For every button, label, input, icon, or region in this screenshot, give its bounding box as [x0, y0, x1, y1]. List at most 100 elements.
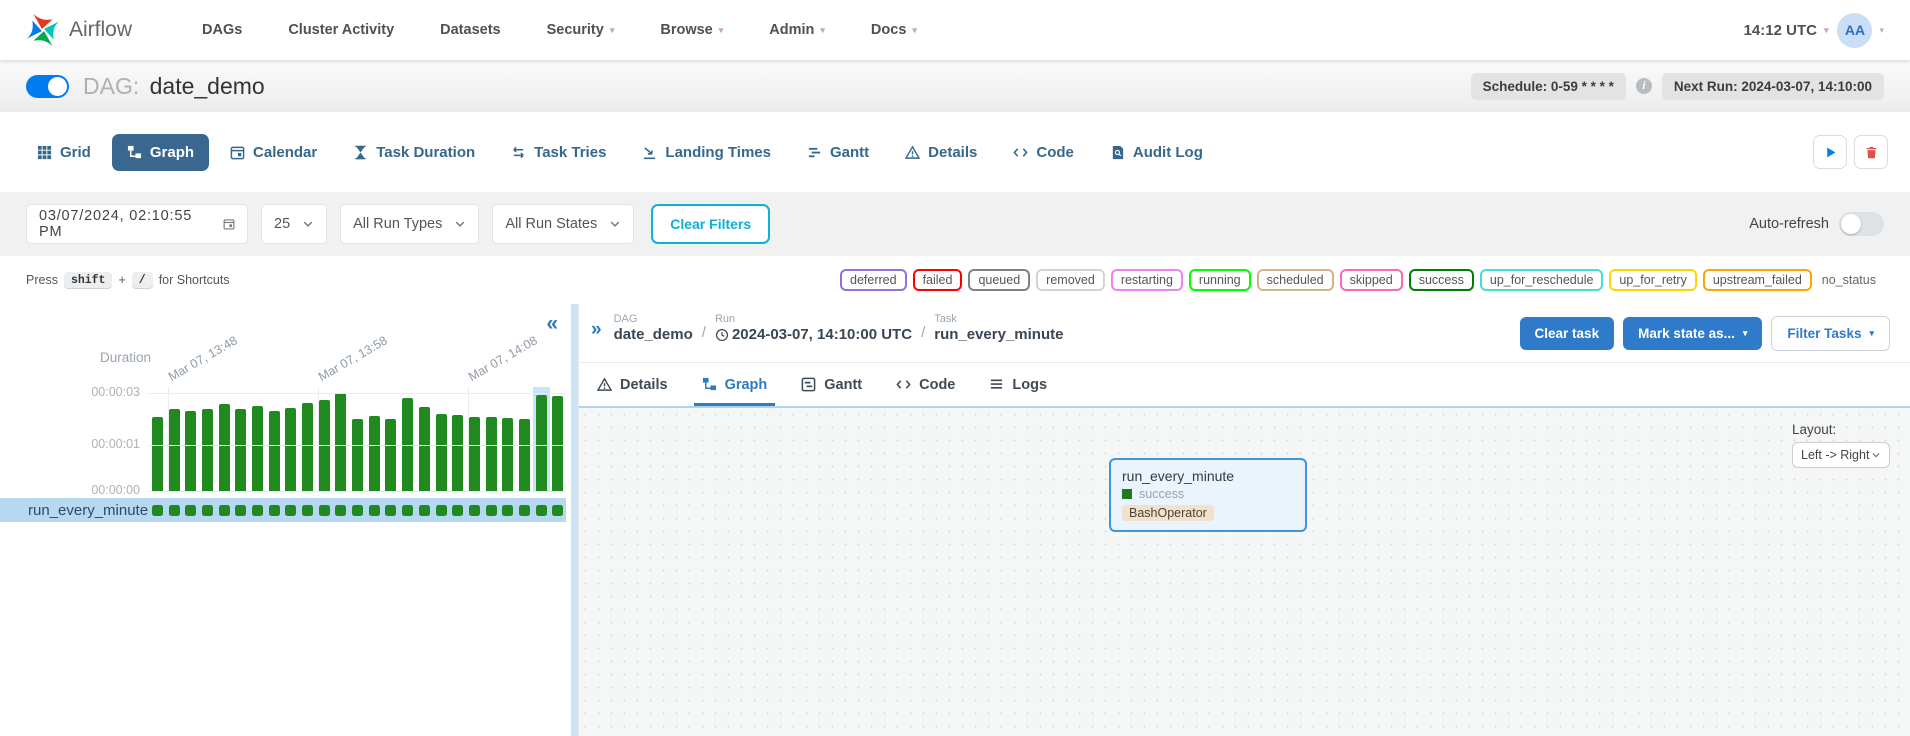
task-instance-square[interactable]	[185, 505, 196, 516]
task-instance-square[interactable]	[219, 505, 230, 516]
tab-logs[interactable]: Logs	[989, 363, 1047, 406]
legend-chip-up-for-retry[interactable]: up_for_retry	[1609, 269, 1696, 291]
nav-item-browse[interactable]: Browse▾	[660, 22, 723, 38]
duration-bar[interactable]	[349, 387, 366, 491]
tab-gantt[interactable]: Gantt	[801, 363, 862, 406]
nav-item-admin[interactable]: Admin▾	[769, 22, 825, 38]
nav-item-docs[interactable]: Docs▾	[871, 22, 917, 38]
nav-item-security[interactable]: Security▾	[547, 22, 615, 38]
duration-bar[interactable]	[483, 387, 500, 491]
clear-filters-button[interactable]: Clear Filters	[651, 204, 770, 244]
duration-bar[interactable]	[449, 387, 466, 491]
panel-resize-handle[interactable]	[571, 304, 578, 736]
task-instance-square[interactable]	[419, 505, 430, 516]
task-instance-square[interactable]	[152, 505, 163, 516]
task-instance-square[interactable]	[369, 505, 380, 516]
tab-graph[interactable]: Graph	[112, 134, 209, 171]
tab-task-tries[interactable]: Task Tries	[496, 134, 621, 171]
task-instance-square[interactable]	[502, 505, 513, 516]
timezone-selector[interactable]: 14:12 UTC ▾	[1744, 22, 1829, 39]
filter-tasks-button[interactable]: Filter Tasks ▾	[1771, 316, 1890, 351]
tab-details[interactable]: Details	[597, 363, 668, 406]
duration-bar[interactable]	[366, 387, 383, 491]
duration-bar[interactable]	[499, 387, 516, 491]
info-icon[interactable]: i	[1636, 78, 1652, 94]
tab-calendar[interactable]: Calendar	[215, 134, 332, 171]
trigger-dag-button[interactable]	[1813, 135, 1847, 169]
task-instance-square[interactable]	[202, 505, 213, 516]
duration-bar[interactable]	[416, 387, 433, 491]
delete-dag-button[interactable]	[1854, 135, 1888, 169]
graph-canvas[interactable]: run_every_minute success BashOperator La…	[579, 406, 1910, 736]
breadcrumb-dag[interactable]: DAG date_demo	[614, 313, 693, 343]
airflow-brand[interactable]: Airflow	[26, 13, 132, 47]
duration-bar[interactable]	[266, 387, 283, 491]
legend-chip-removed[interactable]: removed	[1036, 269, 1105, 291]
tab-audit-log[interactable]: Audit Log	[1095, 134, 1218, 171]
tab-landing-times[interactable]: Landing Times	[627, 134, 786, 171]
auto-refresh-toggle[interactable]	[1839, 212, 1884, 236]
duration-bar[interactable]	[199, 387, 216, 491]
user-menu[interactable]: AA ▾	[1837, 13, 1884, 48]
duration-bar[interactable]	[333, 387, 350, 491]
legend-chip-restarting[interactable]: restarting	[1111, 269, 1183, 291]
breadcrumb-task[interactable]: Task run_every_minute	[934, 313, 1063, 343]
duration-bar[interactable]	[533, 387, 550, 491]
duration-bar[interactable]	[182, 387, 199, 491]
nav-item-dags[interactable]: DAGs	[202, 22, 242, 38]
legend-chip-failed[interactable]: failed	[913, 269, 963, 291]
duration-bar[interactable]	[299, 387, 316, 491]
task-instance-square[interactable]	[352, 505, 363, 516]
tab-details[interactable]: Details	[890, 134, 992, 171]
task-instance-square[interactable]	[385, 505, 396, 516]
task-instance-square[interactable]	[536, 505, 547, 516]
nav-item-datasets[interactable]: Datasets	[440, 22, 500, 38]
base-date-input[interactable]: 03/07/2024, 02:10:55 PM	[26, 204, 248, 244]
duration-bar[interactable]	[232, 387, 249, 491]
task-node[interactable]: run_every_minute success BashOperator	[1109, 458, 1307, 532]
legend-chip-upstream-failed[interactable]: upstream_failed	[1703, 269, 1812, 291]
task-instance-square[interactable]	[402, 505, 413, 516]
task-row-label[interactable]: run_every_minute	[0, 502, 149, 519]
duration-bar[interactable]	[216, 387, 233, 491]
duration-bar[interactable]	[383, 387, 400, 491]
duration-bar[interactable]	[550, 387, 567, 491]
collapse-panel-icon[interactable]: «	[546, 312, 558, 336]
dag-pause-toggle[interactable]	[26, 75, 69, 98]
legend-chip-skipped[interactable]: skipped	[1340, 269, 1403, 291]
run-types-select[interactable]: All Run Types	[340, 204, 479, 244]
clear-task-button[interactable]: Clear task	[1520, 317, 1615, 350]
task-instance-square[interactable]	[302, 505, 313, 516]
legend-chip-running[interactable]: running	[1189, 269, 1251, 291]
legend-chip-up-for-reschedule[interactable]: up_for_reschedule	[1480, 269, 1604, 291]
task-instance-square[interactable]	[486, 505, 497, 516]
layout-select[interactable]: Left -> Right	[1792, 442, 1890, 468]
task-instance-square[interactable]	[285, 505, 296, 516]
legend-chip-deferred[interactable]: deferred	[840, 269, 907, 291]
legend-chip-success[interactable]: success	[1409, 269, 1474, 291]
task-instance-square[interactable]	[469, 505, 480, 516]
duration-bar[interactable]	[399, 387, 416, 491]
tab-code[interactable]: Code	[998, 134, 1089, 171]
nav-item-cluster-activity[interactable]: Cluster Activity	[288, 22, 394, 38]
expand-panel-icon[interactable]: »	[591, 319, 602, 341]
task-instance-square[interactable]	[269, 505, 280, 516]
task-instance-square[interactable]	[252, 505, 263, 516]
duration-bar[interactable]	[283, 387, 300, 491]
breadcrumb-run[interactable]: Run 2024-03-07, 14:10:00 UTC	[715, 313, 912, 343]
num-runs-select[interactable]: 25	[261, 204, 327, 244]
tab-task-duration[interactable]: Task Duration	[338, 134, 490, 171]
duration-bar[interactable]	[433, 387, 450, 491]
task-instance-square[interactable]	[235, 505, 246, 516]
task-instance-square[interactable]	[335, 505, 346, 516]
run-states-select[interactable]: All Run States	[492, 204, 634, 244]
duration-bar[interactable]	[249, 387, 266, 491]
task-instance-square[interactable]	[169, 505, 180, 516]
tab-grid[interactable]: Grid	[22, 134, 106, 171]
mark-state-button[interactable]: Mark state as... ▾	[1623, 317, 1762, 350]
task-instance-square[interactable]	[452, 505, 463, 516]
legend-chip-queued[interactable]: queued	[968, 269, 1030, 291]
legend-chip-no-status[interactable]: no_status	[1818, 271, 1884, 289]
tab-code[interactable]: Code	[896, 363, 955, 406]
task-instance-square[interactable]	[519, 505, 530, 516]
